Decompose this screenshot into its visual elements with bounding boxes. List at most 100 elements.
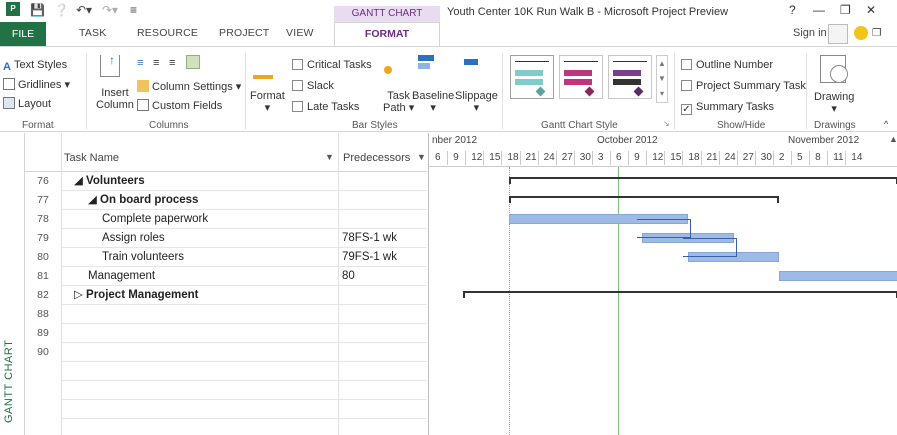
- predecessors-cell[interactable]: [339, 400, 427, 419]
- save-icon[interactable]: 💾: [30, 3, 45, 17]
- row-id[interactable]: 89: [25, 324, 62, 343]
- tab-project[interactable]: PROJECT: [219, 27, 269, 39]
- predecessors-cell[interactable]: [339, 324, 427, 343]
- task-name-cell[interactable]: ◢ On board process: [62, 191, 339, 210]
- task-name-cell[interactable]: Assign roles: [62, 229, 339, 248]
- collapse-ribbon-icon[interactable]: ^: [884, 119, 888, 129]
- late-tasks-checkbox[interactable]: Late Tasks: [292, 101, 359, 113]
- row-id[interactable]: 82: [25, 286, 62, 305]
- table-row[interactable]: [25, 381, 427, 400]
- tab-file[interactable]: FILE: [0, 22, 46, 46]
- align-left-icon[interactable]: ≡: [137, 57, 143, 69]
- format-bar-icon[interactable]: [253, 59, 273, 79]
- tab-task[interactable]: TASK: [79, 27, 106, 39]
- project-summary-task-checkbox[interactable]: Project Summary Task: [681, 80, 806, 92]
- drawing-button[interactable]: Drawing ▾: [814, 91, 854, 115]
- table-row[interactable]: 78 Complete paperwork: [25, 210, 427, 229]
- tab-resource[interactable]: RESOURCE: [137, 27, 198, 39]
- task-name-cell[interactable]: ◢ Volunteers: [62, 172, 339, 191]
- column-settings-button[interactable]: Column Settings ▾: [137, 80, 241, 93]
- gridlines-button[interactable]: Gridlines ▾: [3, 78, 70, 91]
- predecessors-cell[interactable]: [339, 419, 427, 435]
- outline-number-checkbox[interactable]: Outline Number: [681, 59, 773, 71]
- minimize-icon[interactable]: —: [813, 3, 825, 17]
- baseline-button[interactable]: Baseline ▾: [412, 90, 454, 114]
- align-right-icon[interactable]: ≡: [169, 57, 175, 69]
- table-row[interactable]: 82 ▷ Project Management: [25, 286, 427, 305]
- predecessors-header[interactable]: Predecessors: [343, 152, 410, 164]
- customize-qat-icon[interactable]: ≡: [130, 3, 137, 17]
- feedback-smiley-icon[interactable]: [854, 26, 868, 40]
- task-path-button[interactable]: Task Path ▾: [383, 90, 414, 114]
- gantt-style-2[interactable]: [559, 55, 603, 99]
- row-id[interactable]: 81: [25, 267, 62, 286]
- wrap-text-icon[interactable]: [186, 55, 200, 69]
- summary-tasks-checkbox[interactable]: Summary Tasks: [681, 101, 774, 115]
- slippage-button[interactable]: Slippage ▾: [455, 90, 498, 114]
- layout-button[interactable]: Layout: [3, 97, 51, 110]
- table-row[interactable]: 88: [25, 305, 427, 324]
- task-name-cell[interactable]: [62, 324, 339, 343]
- task-name-dropdown-icon[interactable]: ▼: [325, 152, 334, 162]
- task-name-cell[interactable]: ▷ Project Management: [62, 286, 339, 305]
- table-row[interactable]: 90: [25, 343, 427, 362]
- row-id[interactable]: [25, 381, 62, 400]
- dialog-launcher-icon[interactable]: ↘: [663, 119, 670, 128]
- text-styles-button[interactable]: A Text Styles: [3, 59, 67, 73]
- table-row[interactable]: 77 ◢ On board process: [25, 191, 427, 210]
- predecessors-cell[interactable]: 79FS-1 wk: [339, 248, 427, 267]
- task-bar-management[interactable]: [779, 271, 897, 281]
- predecessors-cell[interactable]: [339, 305, 427, 324]
- task-name-cell[interactable]: [62, 362, 339, 381]
- row-id[interactable]: 88: [25, 305, 62, 324]
- predecessors-cell[interactable]: [339, 191, 427, 210]
- table-row[interactable]: 89: [25, 324, 427, 343]
- gallery-scroll-icon[interactable]: ▲ ▼ ▾: [656, 55, 668, 103]
- task-name-cell[interactable]: Train volunteers: [62, 248, 339, 267]
- row-id[interactable]: [25, 362, 62, 381]
- table-row[interactable]: [25, 419, 427, 435]
- task-name-cell[interactable]: Management: [62, 267, 339, 286]
- tab-view[interactable]: VIEW: [286, 27, 314, 39]
- predecessors-cell[interactable]: [339, 172, 427, 191]
- undo-icon[interactable]: ↶▾: [76, 3, 92, 17]
- predecessors-cell[interactable]: [339, 286, 427, 305]
- scroll-up-icon[interactable]: ▲: [889, 134, 897, 144]
- task-name-cell[interactable]: [62, 419, 339, 435]
- table-row[interactable]: [25, 400, 427, 419]
- insert-column-icon[interactable]: ↑: [100, 53, 120, 77]
- row-id[interactable]: 76: [25, 172, 62, 191]
- align-center-icon[interactable]: ≡: [153, 57, 159, 69]
- predecessors-cell[interactable]: 78FS-1 wk: [339, 229, 427, 248]
- help-icon[interactable]: ?: [789, 3, 796, 17]
- ribbon-display-icon[interactable]: ❐: [872, 27, 882, 39]
- table-row[interactable]: 81 Management 80: [25, 267, 427, 286]
- predecessors-cell[interactable]: [339, 210, 427, 229]
- select-all-corner[interactable]: [25, 133, 62, 172]
- summary-bar-project-management[interactable]: [463, 291, 897, 298]
- predecessors-cell[interactable]: [339, 381, 427, 400]
- tab-format[interactable]: FORMAT: [334, 22, 440, 47]
- task-name-cell[interactable]: [62, 381, 339, 400]
- row-id[interactable]: 78: [25, 210, 62, 229]
- row-id[interactable]: 77: [25, 191, 62, 210]
- predecessors-cell[interactable]: [339, 362, 427, 381]
- row-id[interactable]: 90: [25, 343, 62, 362]
- insert-column-button[interactable]: Insert Column: [96, 87, 134, 111]
- row-id[interactable]: [25, 419, 62, 435]
- gantt-style-1[interactable]: [510, 55, 554, 99]
- avatar[interactable]: [828, 24, 848, 44]
- custom-fields-button[interactable]: Custom Fields: [137, 99, 222, 112]
- format-bar-button[interactable]: Format ▾: [250, 90, 285, 114]
- table-row[interactable]: 80 Train volunteers 79FS-1 wk: [25, 248, 427, 267]
- summary-bar-volunteers[interactable]: [509, 177, 897, 184]
- table-row[interactable]: [25, 362, 427, 381]
- task-name-cell[interactable]: Complete paperwork: [62, 210, 339, 229]
- table-row[interactable]: 76 ◢ Volunteers: [25, 172, 427, 191]
- slack-checkbox[interactable]: Slack: [292, 80, 334, 92]
- task-name-cell[interactable]: [62, 400, 339, 419]
- predecessors-cell[interactable]: 80: [339, 267, 427, 286]
- row-id[interactable]: 80: [25, 248, 62, 267]
- predecessors-cell[interactable]: [339, 343, 427, 362]
- table-row[interactable]: 79 Assign roles 78FS-1 wk: [25, 229, 427, 248]
